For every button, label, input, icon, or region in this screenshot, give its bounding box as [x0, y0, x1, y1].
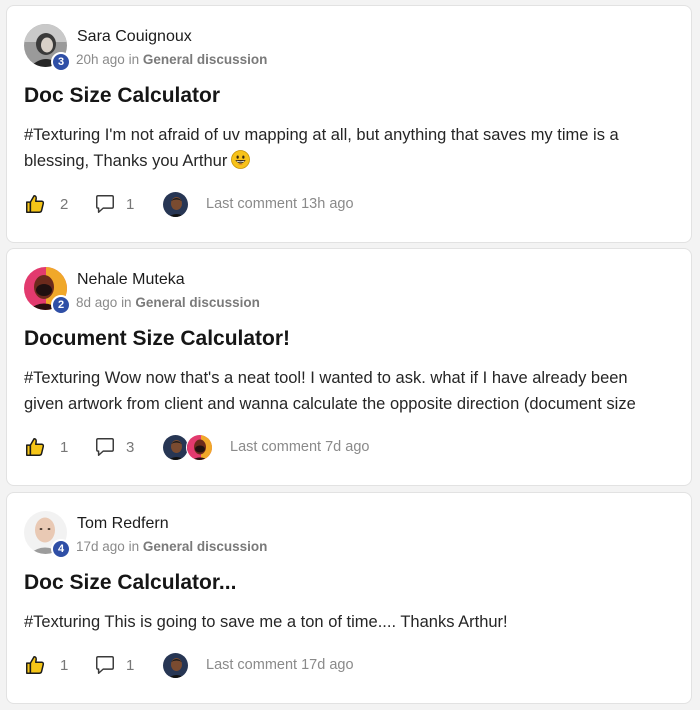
- post-card[interactable]: 2 Nehale Muteka 8d ago in General discus…: [6, 248, 692, 486]
- body-line-text: blessing, Thanks you Arthur: [24, 152, 228, 170]
- like-count: 1: [60, 438, 69, 456]
- like-button[interactable]: 1: [24, 436, 94, 458]
- post-body[interactable]: #Texturing I'm not afraid of uv mapping …: [24, 122, 684, 174]
- commenter-avatars[interactable]: [162, 651, 189, 679]
- post-title[interactable]: Doc Size Calculator...: [24, 571, 236, 595]
- last-comment-time: Last comment 7d ago: [230, 439, 370, 455]
- commenter-avatars[interactable]: [162, 190, 189, 218]
- commenter-avatar[interactable]: [162, 190, 189, 218]
- in-label: in: [121, 295, 132, 310]
- speech-bubble-icon: [96, 195, 114, 213]
- author-avatar[interactable]: 2: [24, 267, 71, 315]
- like-button[interactable]: 2: [24, 193, 94, 215]
- commenter-avatar[interactable]: [162, 651, 189, 679]
- speech-bubble-icon: [96, 438, 114, 456]
- commenter-avatars[interactable]: [162, 433, 213, 461]
- comment-count: 1: [126, 656, 135, 674]
- post-meta: 20h ago in General discussion: [76, 52, 267, 67]
- discussion-feed: 3 Sara Couignoux 20h ago in General disc…: [0, 0, 700, 710]
- level-badge: 2: [51, 295, 71, 315]
- grinning-face-icon: [231, 150, 251, 169]
- level-badge: 3: [51, 52, 71, 72]
- author-avatar[interactable]: 3: [24, 24, 71, 72]
- post-time: 8d ago: [76, 295, 118, 310]
- category-link[interactable]: General discussion: [143, 52, 268, 67]
- in-label: in: [128, 539, 140, 554]
- commenter-avatar[interactable]: [186, 433, 213, 461]
- post-title[interactable]: Document Size Calculator!: [24, 327, 290, 351]
- body-line: given artwork from client and wanna calc…: [24, 395, 636, 413]
- like-count: 1: [60, 656, 69, 674]
- comment-button[interactable]: 3: [94, 436, 162, 458]
- post-title[interactable]: Doc Size Calculator: [24, 84, 220, 108]
- comment-button[interactable]: 1: [94, 654, 162, 676]
- author-name[interactable]: Nehale Muteka: [77, 271, 185, 289]
- last-comment-time: Last comment 13h ago: [206, 196, 354, 212]
- post-time: 20h ago: [76, 52, 125, 67]
- body-line-last: blessing, Thanks you Arthur: [24, 148, 684, 174]
- post-card[interactable]: 4 Tom Redfern 17d ago in General discuss…: [6, 492, 692, 704]
- body-line: #Texturing Wow now that's a neat tool! I…: [24, 369, 628, 387]
- post-time: 17d ago: [76, 539, 125, 554]
- speech-bubble-icon: [96, 656, 114, 674]
- author-avatar[interactable]: 4: [24, 511, 71, 559]
- like-button[interactable]: 1: [24, 654, 94, 676]
- comment-button[interactable]: 1: [94, 193, 162, 215]
- post-footer: 1 3 Last comment 7d ago: [24, 433, 369, 461]
- thumbs-up-icon: [26, 656, 45, 674]
- post-body[interactable]: #Texturing Wow now that's a neat tool! I…: [24, 365, 684, 417]
- thumbs-up-icon: [26, 438, 45, 456]
- comment-count: 1: [126, 195, 135, 213]
- post-body[interactable]: #Texturing This is going to save me a to…: [24, 609, 684, 635]
- commenter-avatar[interactable]: [162, 433, 189, 461]
- comment-count: 3: [126, 438, 135, 456]
- author-name[interactable]: Sara Couignoux: [77, 28, 192, 46]
- body-line: #Texturing This is going to save me a to…: [24, 613, 508, 631]
- post-meta: 17d ago in General discussion: [76, 539, 267, 554]
- category-link[interactable]: General discussion: [143, 539, 268, 554]
- like-count: 2: [60, 195, 69, 213]
- post-card[interactable]: 3 Sara Couignoux 20h ago in General disc…: [6, 5, 692, 243]
- last-comment-time: Last comment 17d ago: [206, 657, 354, 673]
- category-link[interactable]: General discussion: [135, 295, 260, 310]
- post-footer: 2 1 Last comment 13h ago: [24, 190, 354, 218]
- thumbs-up-icon: [26, 195, 45, 213]
- author-name[interactable]: Tom Redfern: [77, 515, 169, 533]
- body-line: #Texturing I'm not afraid of uv mapping …: [24, 126, 619, 144]
- level-badge: 4: [51, 539, 71, 559]
- in-label: in: [128, 52, 140, 67]
- post-footer: 1 1 Last comment 17d ago: [24, 651, 354, 679]
- post-meta: 8d ago in General discussion: [76, 295, 260, 310]
